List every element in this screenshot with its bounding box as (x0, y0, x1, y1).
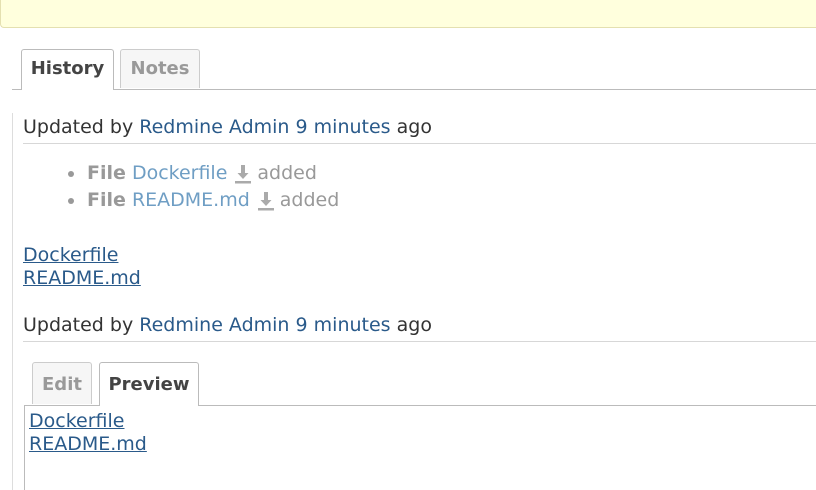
author-link[interactable]: Redmine Admin (139, 116, 289, 138)
preview-panel: Dockerfile README.md (24, 405, 816, 490)
journal-prefix: Updated by (23, 116, 134, 138)
journal-header: Updated by Redmine Admin 9 minutes ago (23, 311, 816, 342)
tab-preview[interactable]: Preview (99, 362, 199, 406)
download-icon[interactable] (234, 164, 252, 184)
editor-tabs: Edit Preview (24, 362, 816, 406)
journal-border (12, 113, 13, 490)
detail-label: File (87, 189, 126, 211)
time-link[interactable]: 9 minutes (296, 314, 391, 336)
journal-suffix: ago (396, 314, 432, 336)
time-link[interactable]: 9 minutes (296, 116, 391, 138)
tab-notes[interactable]: Notes (120, 49, 200, 88)
preview-link-readme[interactable]: README.md (29, 433, 147, 456)
detail-item: File Dockerfile added (67, 160, 339, 187)
detail-action: added (279, 189, 340, 211)
file-link-dockerfile[interactable]: Dockerfile (132, 162, 227, 184)
detail-item: File README.md added (67, 187, 339, 214)
tab-history[interactable]: History (21, 49, 114, 90)
flash-notice-bar (0, 0, 816, 28)
journal-details: File Dockerfile added File README.md added (67, 160, 339, 214)
tab-edit[interactable]: Edit (32, 362, 92, 404)
note-link-dockerfile[interactable]: Dockerfile (23, 244, 118, 267)
preview-link-dockerfile[interactable]: Dockerfile (29, 410, 124, 433)
history-tabs: History Notes (12, 49, 816, 90)
note-link-readme[interactable]: README.md (23, 267, 141, 290)
journal-header: Updated by Redmine Admin 9 minutes ago (23, 113, 816, 144)
detail-label: File (87, 162, 126, 184)
author-link[interactable]: Redmine Admin (139, 314, 289, 336)
download-icon[interactable] (257, 191, 275, 211)
journal-suffix: ago (396, 116, 432, 138)
journal-prefix: Updated by (23, 314, 134, 336)
file-link-readme[interactable]: README.md (132, 189, 250, 211)
detail-action: added (257, 162, 317, 184)
